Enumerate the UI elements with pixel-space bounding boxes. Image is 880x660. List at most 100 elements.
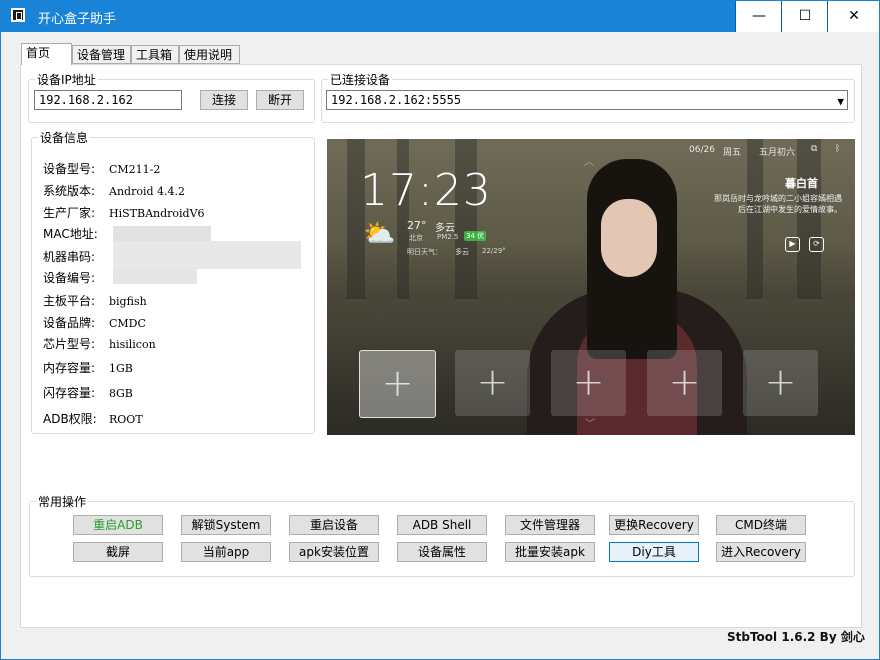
screen-city: 北京 [409,234,423,242]
info-row-device-id: 设备编号: [43,269,109,286]
file-manager-button[interactable]: 文件管理器 [505,515,595,535]
info-row-memory: 内存容量: 1GB [43,359,133,376]
connected-device-select[interactable]: 192.168.2.162:5555 ▼ [326,90,848,110]
info-value: Android 4.4.2 [109,185,185,198]
app-icon [11,8,25,22]
connected-device-legend: 已连接设备 [330,73,391,87]
screen-tile-5[interactable]: + [743,350,818,416]
screen-show-description: 那岚岳时与龙吟城的二小姐容嫣相遇后在江湖中发生的爱情故事。 [714,194,842,214]
caret-down-icon: ﹀ [585,419,595,430]
info-row-board: 主板平台: bigfish [43,292,147,309]
partly-cloudy-icon: ⛅ [363,219,396,249]
screen-show-title: 暮白首 [785,177,818,190]
info-label: 设备品牌: [43,316,96,330]
app-window: 开心盒子助手 — ☐ ✕ 首页 设备管理 工具箱 使用说明 设备IP地址 192… [0,0,880,660]
play-icon[interactable]: ▶ [785,237,800,252]
footer-version: StbTool 1.6.2 By 剑心 [727,630,865,644]
screen-tomorrow-range: 22/29° [482,247,506,255]
tab-home[interactable]: 首页 [21,43,72,65]
pm-value: 34 [466,232,475,240]
screen-tomorrow-label: 明日天气： [407,248,442,256]
window-title: 开心盒子助手 [38,12,117,27]
info-label: 机器串码: [43,250,96,264]
device-properties-button[interactable]: 设备属性 [397,542,487,562]
title-bar[interactable]: 开心盒子助手 — ☐ ✕ [1,1,879,32]
close-button[interactable]: ✕ [827,1,879,32]
info-label: 主板平台: [43,294,96,308]
screen-weekday: 周五 [723,148,742,158]
diy-tools-button[interactable]: Diy工具 [609,542,699,562]
info-label: ADB权限: [43,412,97,426]
info-value: bigfish [109,295,147,308]
info-label: 闪存容量: [43,386,96,400]
screen-tile-3[interactable]: + [551,350,626,416]
replace-recovery-button[interactable]: 更换Recovery [609,515,699,535]
info-label: 内存容量: [43,361,96,375]
serial-redaction [113,241,301,269]
info-value: CM211-2 [109,163,161,176]
screen-tile-1[interactable]: + [359,350,436,418]
batch-install-apk-button[interactable]: 批量安装apk [505,542,595,562]
info-value: HiSTBAndroidV6 [109,207,205,220]
connect-button[interactable]: 连接 [200,90,248,110]
connected-device-value: 192.168.2.162:5555 [331,93,462,107]
reboot-device-button[interactable]: 重启设备 [289,515,379,535]
info-value: 1GB [109,362,133,375]
cmd-terminal-button[interactable]: CMD终端 [716,515,806,535]
device-info-legend: 设备信息 [40,131,89,145]
info-row-brand: 设备品牌: CMDC [43,314,146,331]
screen-lunar-date: 五月初六 [759,148,796,158]
screen-tomorrow-weather: 多云 [455,248,469,256]
enter-recovery-button[interactable]: 进入Recovery [716,542,806,562]
screen-pm-badge: 34 优 [464,231,487,241]
adb-shell-button[interactable]: ADB Shell [397,515,487,535]
info-label: 设备型号: [43,162,96,176]
maximize-button[interactable]: ☐ [781,1,828,32]
screen-tile-4[interactable]: + [647,350,722,416]
loop-icon[interactable]: ⟳ [809,237,824,252]
chevron-down-icon[interactable]: ▼ [837,93,844,111]
info-row-system-version: 系统版本: Android 4.4.2 [43,182,185,199]
screen-temperature: 27° [407,219,427,232]
info-row-model: 设备型号: CM211-2 [43,160,160,177]
apk-install-location-button[interactable]: apk安装位置 [289,542,379,562]
minimize-button[interactable]: — [735,1,782,32]
info-label: 设备编号: [43,271,96,285]
unlock-system-button[interactable]: 解锁System [181,515,271,535]
screen-tile-2[interactable]: + [455,350,530,416]
screen-pm-label: PM2.5 [437,233,459,241]
info-row-adb: ADB权限: ROOT [43,410,143,427]
info-value: CMDC [109,317,146,330]
tab-device-manage[interactable]: 设备管理 [72,45,131,64]
device-id-redaction [113,268,197,284]
screenshot-button[interactable]: 截屏 [73,542,163,562]
current-app-button[interactable]: 当前app [181,542,271,562]
disconnect-button[interactable]: 断开 [256,90,304,110]
info-row-serial: 机器串码: [43,248,109,265]
info-row-flash: 闪存容量: 8GB [43,384,133,401]
ip-input[interactable]: 192.168.2.162 [34,90,182,110]
background-tree [797,139,821,309]
tab-content-home: 设备IP地址 192.168.2.162 连接 断开 已连接设备 192.168… [20,64,862,628]
character-face [601,199,657,277]
info-row-chip: 芯片型号: hisilicon [43,335,156,352]
link-icon: ⧉ [811,144,818,154]
info-value: hisilicon [109,338,156,351]
bluetooth-icon: ᛒ [835,144,841,154]
info-label: 系统版本: [43,184,96,198]
pm-level: 优 [477,232,485,240]
screen-weather: 多云 [435,223,455,234]
info-row-mac: MAC地址: [43,225,109,242]
common-ops-legend: 常用操作 [38,495,87,509]
screen-clock: 17:23 [360,165,492,216]
tab-toolbox[interactable]: 工具箱 [131,45,179,64]
caret-up-icon: ︿ [584,157,594,168]
ip-group-legend: 设备IP地址 [37,73,96,87]
background-tree [747,139,763,309]
info-label: 芯片型号: [43,337,96,351]
device-screen-preview[interactable]: 06/26 周五 五月初六 ⧉ ᛒ ︿ 17:23 ⛅ 27° 多云 北京 PM… [327,139,855,435]
info-row-manufacturer: 生产厂家: HiSTBAndroidV6 [43,204,205,221]
info-label: 生产厂家: [43,206,96,220]
tab-help[interactable]: 使用说明 [179,45,240,64]
restart-adb-button[interactable]: 重启ADB [73,515,163,535]
